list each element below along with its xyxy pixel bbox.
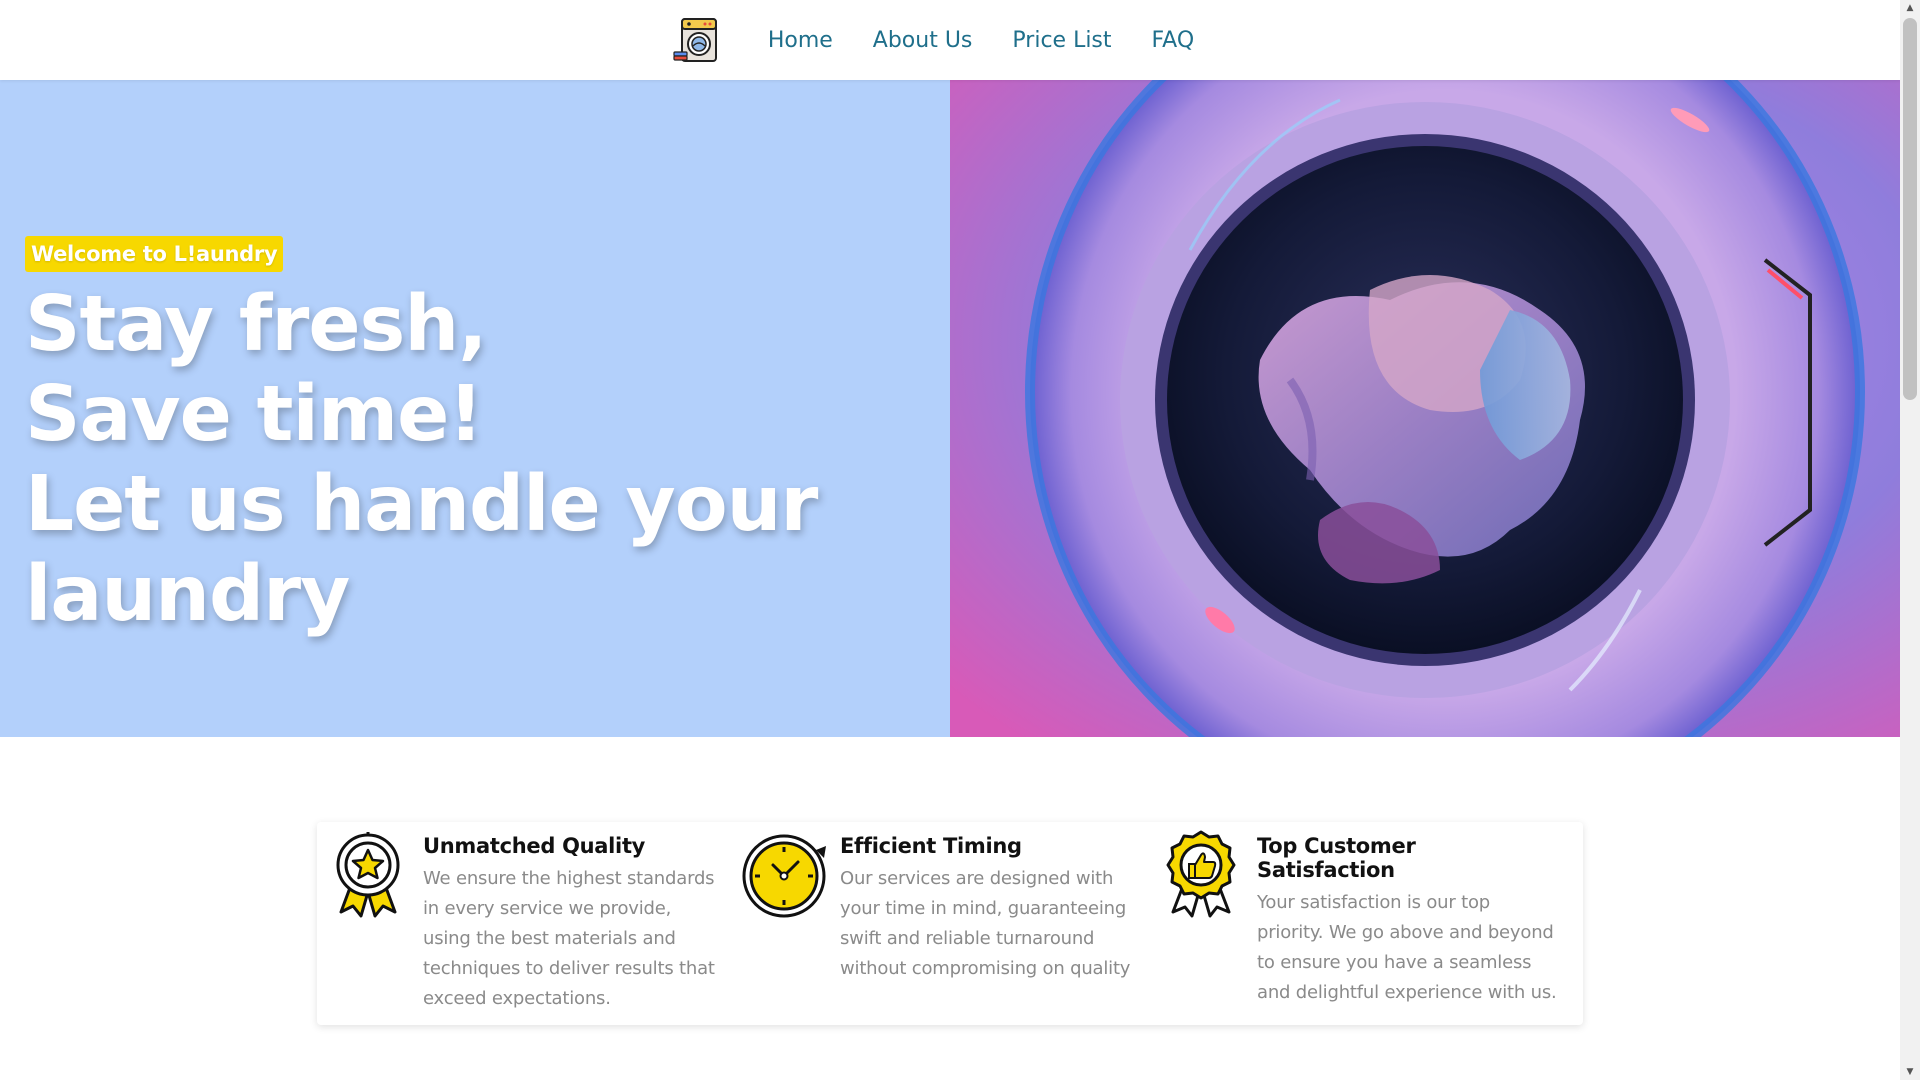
hero-headline-line: Let us handle your: [25, 460, 818, 549]
feature-title: Efficient Timing: [840, 834, 1022, 858]
feature-item-satisfaction: Top Customer Satisfaction Your satisfact…: [1151, 822, 1568, 1025]
nav-link-about-us[interactable]: About Us: [873, 28, 973, 53]
feature-title: Top Customer Satisfaction: [1257, 834, 1416, 882]
feature-description: Our services are designed with your time…: [840, 868, 1131, 979]
scroll-up-arrow-icon[interactable]: ▲: [1900, 0, 1920, 16]
hero-headline-line: Stay fresh,: [25, 280, 487, 369]
award-ribbon-icon: [336, 832, 400, 918]
hero-text-panel: Welcome to L!aundry Stay fresh, Save tim…: [0, 80, 950, 737]
washing-machine-photo: [950, 80, 1900, 737]
page-scrollbar[interactable]: ▲ ▼: [1900, 0, 1920, 1080]
welcome-badge: Welcome to L!aundry: [25, 236, 284, 272]
scroll-down-arrow-icon[interactable]: ▼: [1900, 1064, 1920, 1080]
feature-item-timing: Efficient Timing Our services are design…: [734, 822, 1151, 1025]
washing-machine-icon[interactable]: [672, 16, 720, 64]
thumbs-up-badge-icon: [1166, 830, 1236, 918]
feature-description: We ensure the highest standards in every…: [423, 868, 715, 1009]
nav-link-price-list[interactable]: Price List: [1012, 28, 1111, 53]
feature-description: Your satisfaction is our top priority. W…: [1257, 892, 1557, 1003]
washing-machine-drum-illustration: [950, 80, 1900, 737]
top-navbar: Home About Us Price List FAQ: [0, 0, 1900, 80]
feature-title: Unmatched Quality: [423, 834, 646, 858]
hero-headline-line: Save time!: [25, 370, 483, 459]
hero-section: Welcome to L!aundry Stay fresh, Save tim…: [0, 80, 1900, 737]
scrollbar-thumb[interactable]: [1903, 18, 1917, 400]
hero-headline: Stay fresh, Save time! Let us handle you…: [25, 280, 925, 640]
feature-item-quality: Unmatched Quality We ensure the highest …: [317, 822, 734, 1025]
features-card: Unmatched Quality We ensure the highest …: [317, 822, 1583, 1025]
nav-link-faq[interactable]: FAQ: [1152, 28, 1195, 53]
hero-headline-line: laundry: [25, 550, 350, 639]
clock-icon: [742, 834, 826, 918]
nav-link-home[interactable]: Home: [768, 28, 833, 53]
